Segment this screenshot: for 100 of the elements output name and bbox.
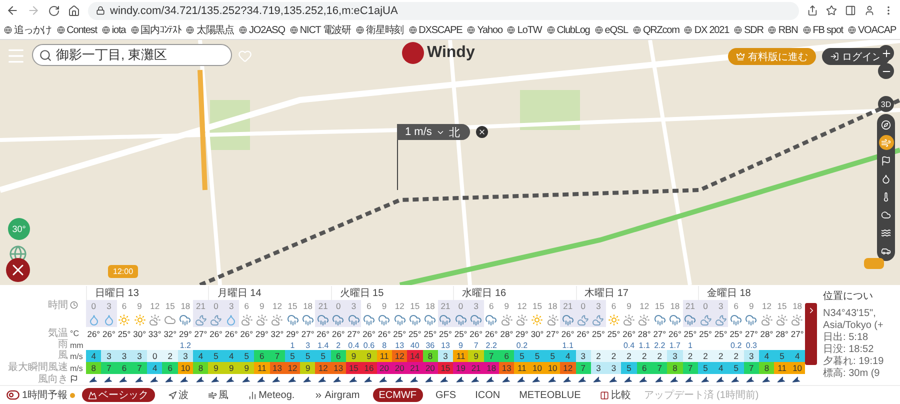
model-tab[interactable]: ECMWF — [372, 388, 422, 402]
wind-cell: 3 — [576, 350, 591, 362]
rain-cell-text: 0.3 — [744, 340, 758, 350]
hourly-toggle[interactable]: 1時間予報 — [6, 388, 75, 402]
temperature-cell-text: 25° — [698, 328, 713, 340]
back-icon[interactable] — [6, 4, 19, 18]
temperature-cell-text: 27° — [652, 328, 668, 340]
star-icon[interactable] — [826, 5, 837, 16]
wind-cell: 2 — [682, 350, 698, 362]
hour-cell-text: 18 — [669, 300, 681, 312]
view-tab[interactable]: Airgram — [308, 388, 366, 402]
view-tab[interactable]: ベーシック — [82, 388, 155, 402]
wind-cell: 9 — [346, 350, 362, 362]
wind-arrow-icon — [318, 374, 328, 385]
gust-cell: 4 — [147, 362, 162, 374]
temperature-cell-text: 26° — [330, 328, 346, 340]
bookmark[interactable]: VOACAP — [848, 24, 896, 36]
gust-cell: 13 — [270, 362, 285, 374]
side-tab[interactable] — [805, 303, 818, 365]
bookmark[interactable]: 太陽黒点 — [186, 23, 234, 38]
unit-label: °C — [70, 329, 80, 338]
wind-cell: 2 — [606, 350, 622, 362]
gust-cell: 20 — [392, 362, 408, 374]
globe-icon — [802, 26, 811, 34]
reload-icon[interactable] — [48, 4, 60, 17]
address-bar[interactable]: windy.com/34.721/135.252?34.719,135.252,16,m:eC1ajUA — [88, 2, 799, 20]
bookmark[interactable]: QRZcom — [632, 24, 680, 36]
bookmark[interactable]: SDR — [734, 24, 764, 36]
wind-cell: 5 — [514, 350, 530, 362]
bookmark[interactable]: eQSL — [594, 24, 628, 36]
rain-cell-text: 13 — [394, 340, 406, 350]
search-field[interactable]: 御影一丁目, 東灘区 — [32, 44, 232, 66]
wind-cell: 5 — [315, 350, 331, 362]
model-tab[interactable]: ICON — [469, 388, 506, 402]
bookmark[interactable]: Contest — [56, 24, 97, 36]
wind-arrow-icon — [639, 374, 650, 385]
close-icon — [478, 128, 486, 136]
profile-icon[interactable] — [864, 5, 875, 16]
bookmark[interactable]: Yahoo — [467, 24, 502, 36]
wind-picker[interactable]: 1 m/s 北 — [397, 124, 470, 140]
gust-cell: 7 — [652, 362, 668, 374]
model-tab[interactable]: GFS — [430, 388, 462, 402]
temperature-cell-text: 26° — [622, 328, 636, 340]
hour-cell: 21 — [560, 300, 576, 312]
share-icon[interactable] — [807, 5, 818, 16]
flag-icon — [881, 156, 891, 166]
home-icon[interactable] — [68, 4, 80, 17]
globe-icon — [684, 26, 692, 34]
bookmark[interactable]: 衛星時刻 — [356, 23, 404, 38]
bookmark[interactable]: RBN — [768, 24, 798, 36]
bookmark[interactable]: LoTW — [507, 24, 542, 36]
model-tab[interactable]: METEOBLUE — [513, 388, 587, 402]
wind-arrow-icon — [226, 374, 236, 385]
bookmark[interactable]: NICT 電波研 — [290, 23, 352, 38]
rain-cell-text: 0.4 — [347, 340, 360, 350]
layer-button[interactable] — [878, 135, 894, 150]
compare-icon — [600, 390, 609, 400]
hour-cell: 0 — [453, 300, 468, 312]
thermometer-icon — [881, 192, 891, 202]
gust-cell: 8 — [759, 362, 774, 374]
bookmark[interactable]: 国内ｺﾝﾃｽﾄ — [130, 23, 182, 38]
compare-button[interactable]: 比較 — [594, 388, 637, 402]
side-panel-icon[interactable] — [845, 5, 856, 16]
bookmark[interactable]: ClubLog — [546, 24, 590, 36]
gust-cell: 15 — [346, 362, 362, 374]
wind-cell: 2 — [590, 350, 606, 362]
view-tab[interactable]: 風 — [202, 388, 235, 402]
bookmark[interactable]: FB spot — [802, 24, 843, 36]
bookmark[interactable]: JO2ASQ — [239, 24, 285, 36]
wind-cell: 2 — [698, 350, 714, 362]
globe-icon — [546, 26, 555, 34]
lock-icon — [96, 6, 105, 16]
view-tab[interactable]: 波 — [162, 388, 195, 402]
view-tab[interactable]: Meteog. — [242, 388, 301, 402]
hour-cell: 0 — [698, 300, 714, 312]
row-label: 時間 — [48, 301, 68, 311]
wind-cell: 3 — [438, 350, 454, 362]
gust-cell: 12 — [315, 362, 331, 374]
temperature-cell-text: 25° — [606, 328, 622, 340]
hour-cell-text: 6 — [366, 300, 372, 312]
compass-icon — [881, 120, 891, 130]
bookmark[interactable]: DX 2021 — [684, 24, 730, 36]
temperature-cell-text: 27° — [346, 328, 362, 340]
bookmark[interactable]: 追っかけ — [4, 23, 52, 38]
wind-cell: 3 — [667, 350, 683, 362]
gust-cell: 9 — [224, 362, 239, 374]
bookmark[interactable]: DXSCAPE — [408, 24, 462, 36]
gust-cell: 13 — [499, 362, 514, 374]
wind-arrow-icon — [776, 374, 788, 385]
hour-cell-text: 9 — [136, 300, 143, 312]
wind-cell: 3 — [132, 350, 148, 362]
wind-cell: 12 — [392, 350, 408, 362]
temperature-cell-text: 26° — [86, 328, 102, 340]
wind-arrow-icon — [562, 374, 573, 385]
wind-arrow-icon — [716, 374, 726, 385]
gust-cell: 15 — [438, 362, 454, 374]
bookmark[interactable]: iota — [102, 24, 126, 36]
view-icon — [248, 390, 257, 400]
hour-cell-text: 15 — [654, 300, 666, 312]
wind-arrow-icon — [593, 374, 604, 385]
